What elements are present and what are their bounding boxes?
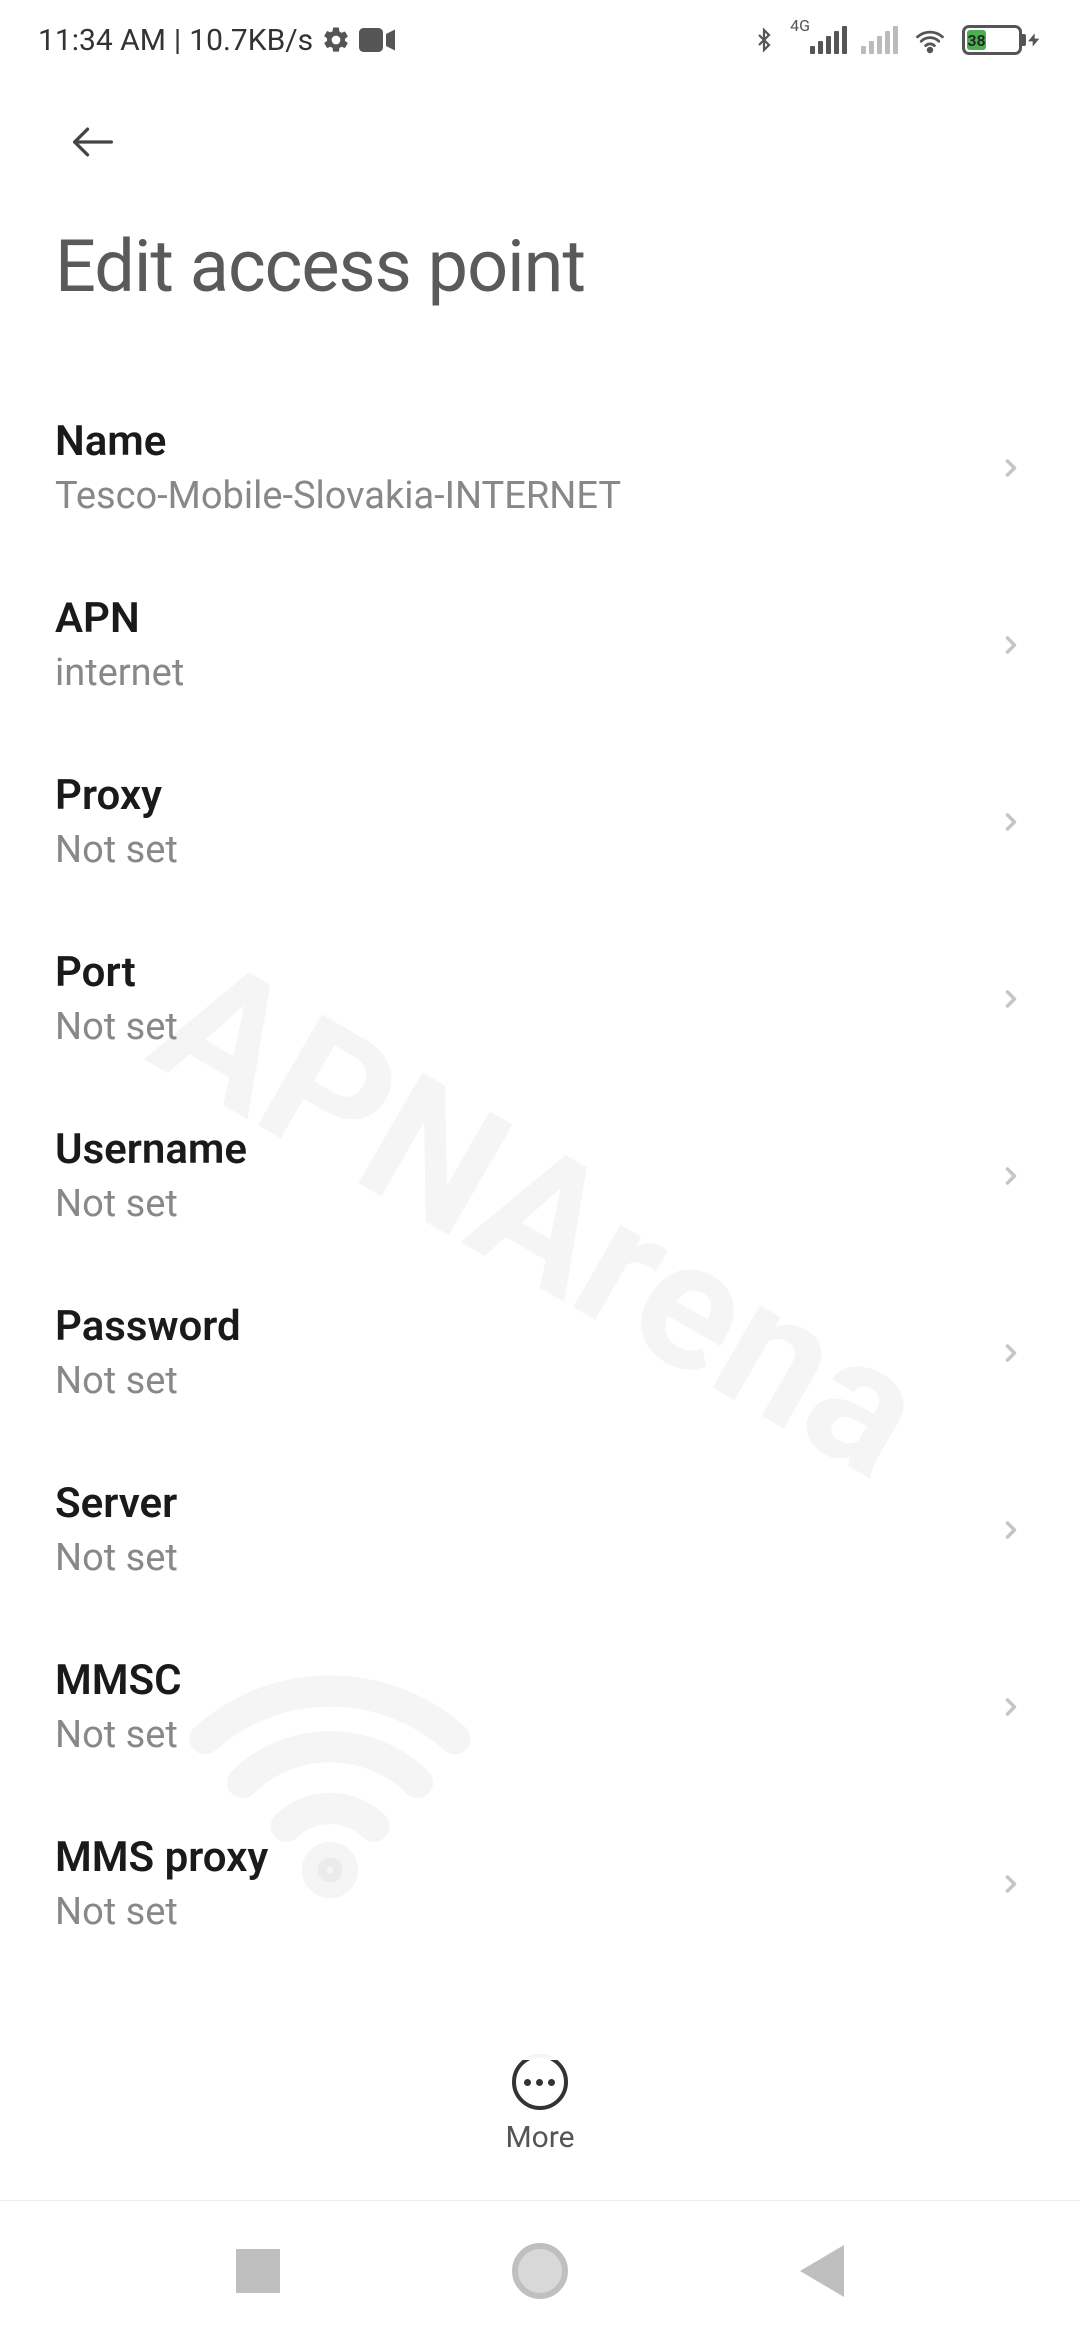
system-nav-bar xyxy=(0,2200,1080,2340)
more-label: More xyxy=(505,2120,574,2155)
header: Edit access point xyxy=(0,80,1080,309)
back-button[interactable] xyxy=(55,110,131,174)
chevron-right-icon xyxy=(997,1153,1025,1199)
row-password[interactable]: Password Not set xyxy=(0,1264,1080,1441)
more-button[interactable]: More xyxy=(505,2054,574,2155)
row-label: Port xyxy=(55,948,178,997)
row-label: Proxy xyxy=(55,771,178,820)
battery-percent: 38 xyxy=(967,30,986,50)
row-mmsc[interactable]: MMSC Not set xyxy=(0,1618,1080,1795)
gear-icon xyxy=(321,25,351,55)
status-left: 11:34 AM | 10.7KB/s xyxy=(38,23,395,58)
video-icon xyxy=(359,27,395,53)
chevron-right-icon xyxy=(997,1507,1025,1553)
arrow-left-icon xyxy=(55,120,131,164)
signal-bars-sim2-icon xyxy=(861,26,898,54)
more-horizontal-icon xyxy=(512,2054,568,2110)
bottom-toolbar: More xyxy=(0,2034,1080,2185)
nav-back-button[interactable] xyxy=(800,2245,844,2297)
row-label: Server xyxy=(55,1479,178,1528)
row-value: Not set xyxy=(55,1890,268,1934)
battery-indicator: 38 xyxy=(962,25,1042,55)
row-value: Tesco-Mobile-Slovakia-INTERNET xyxy=(55,474,621,518)
status-time: 11:34 AM xyxy=(38,23,166,58)
charging-icon xyxy=(1026,25,1042,55)
row-value: Not set xyxy=(55,1536,178,1580)
row-value: Not set xyxy=(55,1182,247,1226)
nav-home-button[interactable] xyxy=(512,2243,568,2299)
bluetooth-icon xyxy=(752,23,776,57)
row-value: Not set xyxy=(55,1713,182,1757)
chevron-right-icon xyxy=(997,1684,1025,1730)
row-value: Not set xyxy=(55,1005,178,1049)
wifi-icon xyxy=(912,25,948,55)
chevron-right-icon xyxy=(997,622,1025,668)
nav-recents-button[interactable] xyxy=(236,2249,280,2293)
chevron-right-icon xyxy=(997,445,1025,491)
chevron-right-icon xyxy=(997,976,1025,1022)
chevron-right-icon xyxy=(997,1861,1025,1907)
settings-list: Name Tesco-Mobile-Slovakia-INTERNET APN … xyxy=(0,309,1080,1972)
chevron-right-icon xyxy=(997,799,1025,845)
network-type-label: 4G xyxy=(790,26,847,54)
row-label: Password xyxy=(55,1302,241,1351)
row-mms-proxy[interactable]: MMS proxy Not set xyxy=(0,1795,1080,1972)
row-name[interactable]: Name Tesco-Mobile-Slovakia-INTERNET xyxy=(0,379,1080,556)
row-apn[interactable]: APN internet xyxy=(0,556,1080,733)
signal-bars-sim1-icon xyxy=(810,26,847,54)
row-value: internet xyxy=(55,651,184,695)
row-value: Not set xyxy=(55,828,178,872)
row-label: Username xyxy=(55,1125,247,1174)
chevron-right-icon xyxy=(997,1330,1025,1376)
page-title: Edit access point xyxy=(55,224,1025,309)
row-proxy[interactable]: Proxy Not set xyxy=(0,733,1080,910)
row-label: MMS proxy xyxy=(55,1833,268,1882)
status-separator: | xyxy=(174,23,181,58)
row-label: APN xyxy=(55,594,184,643)
row-label: MMSC xyxy=(55,1656,182,1705)
row-username[interactable]: Username Not set xyxy=(0,1087,1080,1264)
status-data-rate: 10.7KB/s xyxy=(189,23,313,58)
row-port[interactable]: Port Not set xyxy=(0,910,1080,1087)
status-bar: 11:34 AM | 10.7KB/s 4G 38 xyxy=(0,0,1080,80)
status-right: 4G 38 xyxy=(752,23,1042,57)
row-server[interactable]: Server Not set xyxy=(0,1441,1080,1618)
row-label: Name xyxy=(55,417,621,466)
row-value: Not set xyxy=(55,1359,241,1403)
